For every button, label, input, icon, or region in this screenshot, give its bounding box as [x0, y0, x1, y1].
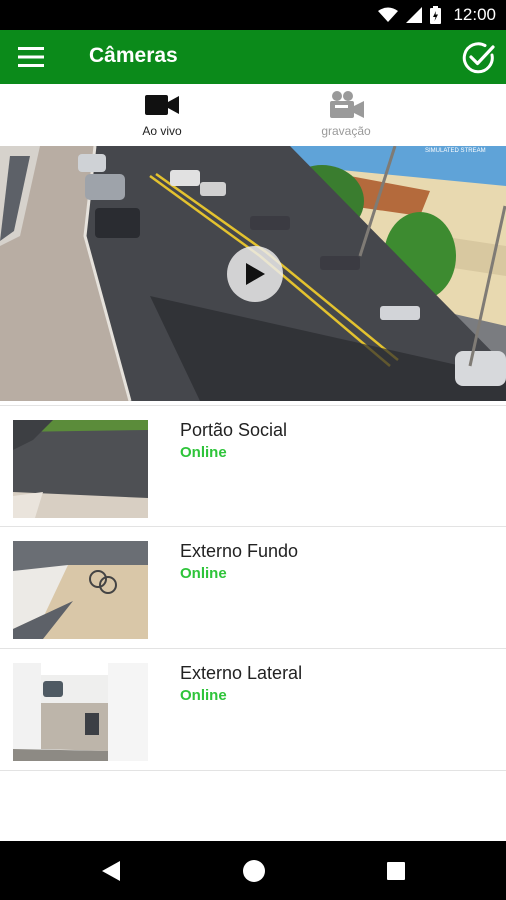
status-bar: 12:00: [0, 0, 506, 30]
recording-camera-icon: [328, 91, 364, 118]
tab-live[interactable]: Ao vivo: [62, 84, 262, 146]
tab-recording[interactable]: gravação: [246, 84, 446, 146]
home-circle-icon: [243, 860, 265, 882]
home-button[interactable]: [238, 855, 270, 887]
tab-bar: Ao vivo gravação: [0, 84, 506, 146]
battery-icon: [430, 6, 442, 24]
clock: 12:00: [453, 5, 496, 24]
list-item[interactable]: Externo Lateral Online: [0, 649, 506, 771]
screen: 12:00 Câmeras Ao vivo gravação SIMULATED…: [0, 0, 506, 900]
camera-name: Externo Fundo: [180, 541, 299, 561]
camera-thumbnail: [13, 420, 148, 518]
system-nav-bar: [0, 841, 506, 900]
play-button[interactable]: [227, 246, 283, 302]
status-badge: Online: [180, 687, 227, 704]
camera-thumbnail: [13, 541, 148, 639]
camera-thumbnail: [13, 663, 148, 761]
recents-square-icon: [387, 862, 405, 880]
camera-name: Externo Lateral: [180, 663, 303, 683]
recents-button[interactable]: [380, 855, 412, 887]
camera-list: Portão Social Online Externo Fundo Onlin…: [0, 405, 506, 771]
play-icon: [246, 263, 265, 285]
videocam-icon: [145, 92, 179, 118]
page-title: Câmeras: [89, 44, 178, 67]
status-icons: 12:00: [378, 4, 496, 26]
list-item[interactable]: Portão Social Online: [0, 405, 506, 527]
app-bar: Câmeras: [0, 30, 506, 84]
select-button[interactable]: [460, 39, 498, 77]
check-circle-icon: [462, 42, 495, 74]
camera-name: Portão Social: [180, 420, 288, 440]
tab-live-label: Ao vivo: [142, 124, 182, 138]
live-video-player[interactable]: SIMULATED STREAM: [0, 146, 506, 401]
cell-signal-icon: [406, 7, 423, 23]
hamburger-menu-icon: [18, 47, 44, 67]
back-button[interactable]: [95, 855, 127, 887]
wifi-icon: [378, 7, 399, 22]
menu-button[interactable]: [16, 43, 46, 71]
status-badge: Online: [180, 444, 227, 461]
back-triangle-icon: [102, 861, 120, 881]
tab-recording-label: gravação: [321, 124, 371, 138]
status-badge: Online: [180, 565, 227, 582]
svg-text:SIMULATED STREAM: SIMULATED STREAM: [425, 148, 486, 154]
list-item[interactable]: Externo Fundo Online: [0, 527, 506, 649]
